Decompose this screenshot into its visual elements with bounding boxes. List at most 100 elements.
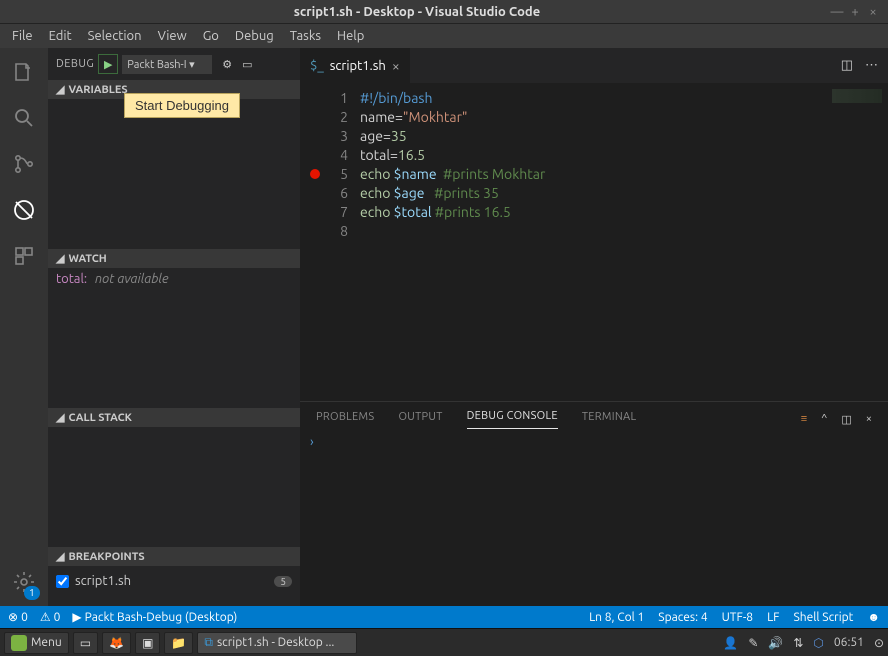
code-line[interactable]: echo $total #prints 16.5 [360,203,888,222]
editor-group: $_ script1.sh × ◫ ⋯ 12345678 #!/bin/bash… [300,48,888,606]
editor-tab[interactable]: $_ script1.sh × [300,48,410,83]
start-debugging-tooltip: Start Debugging [124,93,240,118]
line-number[interactable]: 2 [300,108,348,127]
taskbar-window[interactable]: ⧉ script1.sh - Desktop ... [197,632,357,654]
os-menu-button[interactable]: Menu [4,632,69,654]
status-launch-config[interactable]: ▶ Packt Bash-Debug (Desktop) [72,610,237,624]
close-button[interactable]: × [864,5,882,19]
code-area[interactable]: 12345678 #!/bin/bashname="Mokhtar"age=35… [300,83,888,401]
panel-tab-problems[interactable]: PROBLEMS [316,411,374,429]
extensions-icon[interactable] [10,242,38,270]
breakpoint-checkbox[interactable] [56,575,69,588]
menu-go[interactable]: Go [195,29,227,43]
debug-config-select[interactable]: Packt Bash-I ▾ [122,55,212,74]
applet-icon[interactable]: ✎ [748,636,758,650]
callstack-panel [48,427,300,547]
menu-view[interactable]: View [150,29,195,43]
scm-icon[interactable] [10,150,38,178]
console-icon[interactable]: ▭ [242,58,252,71]
line-number[interactable]: 3 [300,127,348,146]
debug-header: DEBUG ▶ Packt Bash-I ▾ ⚙ ▭ [48,48,300,80]
user-icon[interactable]: 👤 [723,636,738,650]
status-errors[interactable]: ⊗ 0 [8,610,28,624]
breakpoint-file[interactable]: script1.sh [75,574,131,588]
code-line[interactable]: echo $name #prints Mokhtar [360,165,888,184]
breakpoint-marker[interactable] [310,169,320,179]
split-editor-icon[interactable]: ◫ [841,58,853,73]
show-desktop-button[interactable]: ▭ [73,632,98,654]
breakpoints-panel-title[interactable]: ◢ BREAKPOINTS [48,547,300,566]
terminal-launcher[interactable]: ▣ [135,632,160,654]
clock[interactable]: 06:51 [834,636,864,649]
menu-debug[interactable]: Debug [227,29,282,43]
collapse-icon[interactable]: ^ [821,413,827,426]
line-number[interactable]: 6 [300,184,348,203]
menu-help[interactable]: Help [329,29,372,43]
code-line[interactable]: echo $age #prints 35 [360,184,888,203]
line-number[interactable]: 4 [300,146,348,165]
tab-close-icon[interactable]: × [392,58,400,74]
maximize-button[interactable]: + [846,5,864,19]
close-panel-icon[interactable]: × [866,413,872,426]
maximize-panel-icon[interactable]: ◫ [841,413,851,426]
code-line[interactable]: total=16.5 [360,146,888,165]
firefox-launcher[interactable]: 🦊 [102,632,131,654]
variables-panel: Start Debugging [48,99,300,249]
line-number[interactable]: 8 [300,222,348,241]
status-warnings[interactable]: ⚠ 0 [40,610,61,624]
panel-tab-terminal[interactable]: TERMINAL [582,411,637,429]
files-launcher[interactable]: 📁 [164,632,193,654]
status-encoding[interactable]: UTF-8 [722,610,753,624]
panel-tab-debug-console[interactable]: DEBUG CONSOLE [467,410,558,429]
debug-label: DEBUG [56,58,94,70]
settings-badge: 1 [24,586,40,600]
more-actions-icon[interactable]: ⋯ [865,58,878,73]
volume-icon[interactable]: 🔊 [768,636,783,650]
debug-icon[interactable] [10,196,38,224]
menu-edit[interactable]: Edit [41,29,80,43]
filter-icon[interactable]: ≡ [801,413,807,426]
code-line[interactable]: name="Mokhtar" [360,108,888,127]
callstack-panel-title[interactable]: ◢ CALL STACK [48,408,300,427]
explorer-icon[interactable] [10,58,38,86]
window-title: script1.sh - Desktop - Visual Studio Cod… [6,5,828,19]
status-cursor[interactable]: Ln 8, Col 1 [589,610,644,624]
shield-icon[interactable]: ⬡ [813,636,823,650]
statusbar: ⊗ 0 ⚠ 0 ▶ Packt Bash-Debug (Desktop) Ln … [0,606,888,628]
status-spaces[interactable]: Spaces: 4 [658,610,707,624]
code-line[interactable]: age=35 [360,127,888,146]
code-line[interactable]: #!/bin/bash [360,89,888,108]
panel-tabs: PROBLEMSOUTPUTDEBUG CONSOLETERMINAL ≡ ^ … [300,402,888,429]
network-icon[interactable]: ⇅ [793,636,803,650]
line-number[interactable]: 1 [300,89,348,108]
tray-toggle-icon[interactable]: ⊙ [874,636,884,650]
debug-console-body[interactable]: › [300,429,888,606]
window-titlebar: script1.sh - Desktop - Visual Studio Cod… [0,0,888,24]
tab-filename: script1.sh [330,59,386,73]
start-debugging-button[interactable]: ▶ [98,54,118,74]
status-feedback-icon[interactable]: ☻ [867,610,880,624]
breakpoint-line-badge: 5 [274,576,292,587]
menu-file[interactable]: File [4,29,41,43]
code-line[interactable] [360,222,888,241]
gutter[interactable]: 12345678 [300,83,360,401]
menu-selection[interactable]: Selection [80,29,150,43]
status-eol[interactable]: LF [767,610,779,624]
main-area: 1 DEBUG ▶ Packt Bash-I ▾ ⚙ ▭ ◢ VARIABLES… [0,48,888,606]
line-number[interactable]: 7 [300,203,348,222]
menu-tasks[interactable]: Tasks [282,29,329,43]
panel-tab-output[interactable]: OUTPUT [398,411,442,429]
status-language[interactable]: Shell Script [793,610,853,624]
search-icon[interactable] [10,104,38,132]
debug-sidebar: DEBUG ▶ Packt Bash-I ▾ ⚙ ▭ ◢ VARIABLES S… [48,48,300,606]
system-tray: 👤 ✎ 🔊 ⇅ ⬡ 06:51 ⊙ [723,636,884,650]
watch-panel-title[interactable]: ◢ WATCH [48,249,300,268]
minimap[interactable] [832,89,882,103]
line-number[interactable]: 5 [300,165,348,184]
os-taskbar: Menu ▭ 🦊 ▣ 📁 ⧉ script1.sh - Desktop ... … [0,628,888,656]
gear-icon[interactable]: ⚙ [222,58,232,71]
bottom-panel: PROBLEMSOUTPUTDEBUG CONSOLETERMINAL ≡ ^ … [300,401,888,606]
code-lines[interactable]: #!/bin/bashname="Mokhtar"age=35total=16.… [360,83,888,401]
mint-logo-icon [11,635,27,651]
minimize-button[interactable]: — [828,5,846,19]
